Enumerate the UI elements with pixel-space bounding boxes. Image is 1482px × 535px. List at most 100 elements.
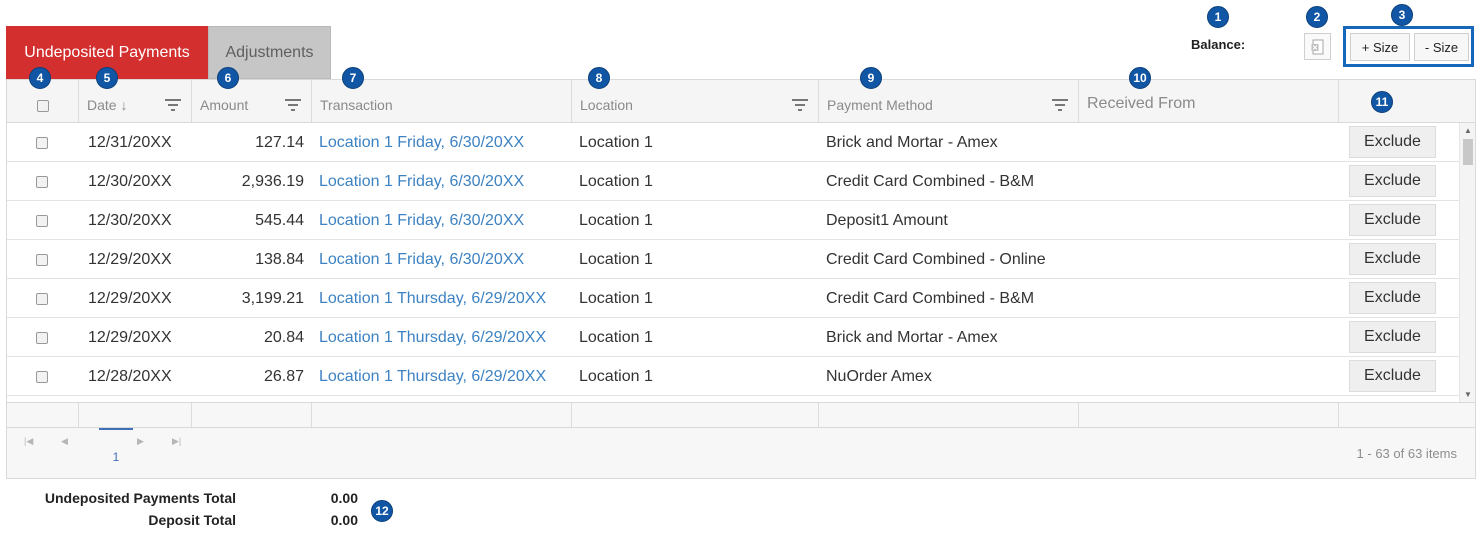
transaction-link[interactable]: Location 1 Thursday, 6/29/20XX — [319, 279, 569, 318]
location-cell: Location 1 — [579, 172, 653, 190]
location-cell: Location 1 — [579, 367, 653, 385]
excel-export-icon — [1311, 39, 1323, 54]
callout-badge: 5 — [96, 67, 118, 89]
undeposited-total-value: 0.00 — [330, 490, 358, 506]
header-received-from[interactable]: Received From — [1079, 80, 1339, 123]
received-from-cell — [1086, 318, 1336, 357]
transaction-link[interactable]: Location 1 Thursday, 6/29/20XX — [319, 318, 569, 357]
row-checkbox[interactable] — [36, 331, 48, 344]
transaction-link[interactable]: Location 1 Thursday, 6/29/20XX — [319, 357, 569, 396]
scroll-down-icon[interactable]: ▼ — [1464, 390, 1472, 399]
footer-cell — [1079, 403, 1339, 427]
date-cell: 12/31/20XX — [88, 133, 172, 151]
amount-cell: 2,936.19 — [241, 172, 304, 190]
payments-grid: Date ↓ Amount Transaction Location Payme… — [6, 79, 1476, 479]
callout-badge: 6 — [217, 67, 239, 89]
transaction-link[interactable]: Location 1 Friday, 6/30/20XX — [319, 201, 569, 240]
previous-page-icon[interactable]: ◀ — [61, 436, 68, 447]
header-received-from-label: Received From — [1087, 95, 1196, 112]
select-all-checkbox[interactable] — [36, 100, 49, 112]
exclude-button[interactable]: Exclude — [1349, 321, 1436, 353]
footer-cell — [572, 403, 819, 427]
callout-badge: 8 — [588, 67, 610, 89]
header-amount-label: Amount — [200, 97, 249, 113]
received-from-cell — [1086, 201, 1336, 240]
payment-method-cell: Credit Card Combined - B&M — [826, 289, 1035, 307]
filter-icon[interactable] — [792, 99, 808, 111]
payment-method-cell: NuOrder Amex — [826, 367, 932, 385]
amount-cell: 545.44 — [255, 211, 304, 229]
callout-badge: 3 — [1391, 4, 1413, 26]
amount-cell: 26.87 — [263, 367, 304, 385]
scroll-up-icon[interactable]: ▲ — [1464, 126, 1472, 135]
date-cell: 12/28/20XX — [88, 367, 172, 385]
last-page-icon[interactable]: ▶| — [172, 436, 181, 447]
header-location[interactable]: Location — [572, 80, 819, 123]
callout-badge: 4 — [29, 67, 51, 89]
row-checkbox[interactable] — [36, 253, 48, 266]
decrease-size-button[interactable]: - Size — [1414, 33, 1469, 61]
row-checkbox-cell — [36, 201, 50, 240]
vertical-scrollbar[interactable]: ▲ ▼ — [1459, 123, 1475, 402]
date-cell: 12/29/20XX — [88, 250, 172, 268]
transaction-link[interactable]: Location 1 Friday, 6/30/20XX — [319, 240, 569, 279]
scrollbar-thumb[interactable] — [1463, 139, 1473, 165]
location-cell: Location 1 — [579, 133, 653, 151]
exclude-button[interactable]: Exclude — [1349, 204, 1436, 236]
payment-method-cell: Deposit1 Amount — [826, 211, 948, 229]
footer-cell — [819, 403, 1079, 427]
exclude-button[interactable]: Exclude — [1349, 243, 1436, 275]
row-checkbox[interactable] — [36, 370, 48, 383]
row-checkbox-cell — [36, 357, 50, 396]
row-checkbox[interactable] — [36, 136, 48, 149]
next-page-icon[interactable]: ▶ — [137, 436, 144, 447]
callout-badge: 12 — [371, 500, 393, 522]
export-button[interactable] — [1304, 33, 1331, 60]
undeposited-total-label: Undeposited Payments Total — [44, 490, 236, 506]
location-cell: Location 1 — [579, 289, 653, 307]
first-page-icon[interactable]: |◀ — [24, 436, 33, 447]
date-cell: 12/29/20XX — [88, 289, 172, 307]
date-cell: 12/30/20XX — [88, 172, 172, 190]
header-transaction-label: Transaction — [320, 97, 393, 113]
exclude-button[interactable]: Exclude — [1349, 360, 1436, 392]
date-cell: 12/29/20XX — [88, 328, 172, 346]
payment-method-cell: Credit Card Combined - B&M — [826, 172, 1035, 190]
filter-icon[interactable] — [1052, 99, 1068, 111]
footer-cell — [312, 403, 572, 427]
transaction-link[interactable]: Location 1 Friday, 6/30/20XX — [319, 123, 569, 162]
row-checkbox[interactable] — [36, 214, 48, 227]
filter-icon[interactable] — [285, 99, 301, 111]
exclude-button[interactable]: Exclude — [1349, 165, 1436, 197]
pager: |◀ ◀ 1 ▶ ▶| 1 - 63 of 63 items — [7, 428, 1475, 478]
header-location-label: Location — [580, 97, 633, 113]
page-number-button[interactable]: 1 — [99, 428, 133, 464]
received-from-cell — [1086, 357, 1336, 396]
row-checkbox[interactable] — [36, 292, 48, 305]
header-date[interactable]: Date ↓ — [79, 80, 192, 123]
header-payment-method[interactable]: Payment Method — [819, 80, 1079, 123]
callout-badge: 1 — [1207, 6, 1229, 28]
pager-info: 1 - 63 of 63 items — [1356, 446, 1457, 461]
location-cell: Location 1 — [579, 211, 653, 229]
increase-size-button[interactable]: + Size — [1350, 33, 1410, 61]
filter-icon[interactable] — [165, 99, 181, 111]
exclude-button[interactable]: Exclude — [1349, 126, 1436, 158]
row-checkbox[interactable] — [36, 175, 48, 188]
payment-method-cell: Brick and Mortar - Amex — [826, 133, 998, 151]
transaction-link[interactable]: Location 1 Friday, 6/30/20XX — [319, 162, 569, 201]
payment-method-cell: Credit Card Combined - Online — [826, 250, 1046, 268]
footer-cell — [79, 403, 192, 427]
footer-cell — [7, 403, 79, 427]
row-checkbox-cell — [36, 123, 50, 162]
exclude-button[interactable]: Exclude — [1349, 282, 1436, 314]
table-row: 12/31/20XX 127.14 Location 1 Friday, 6/30/… — [7, 123, 1459, 162]
callout-badge: 2 — [1306, 6, 1328, 28]
footer-cell — [192, 403, 312, 427]
callout-badge: 7 — [342, 67, 364, 89]
callout-badge: 9 — [860, 67, 882, 89]
location-cell: Location 1 — [579, 328, 653, 346]
header-amount[interactable]: Amount — [192, 80, 312, 123]
table-row: 12/29/20XX 3,199.21 Location 1 Thursday, 6… — [7, 279, 1459, 318]
amount-cell: 138.84 — [255, 250, 304, 268]
